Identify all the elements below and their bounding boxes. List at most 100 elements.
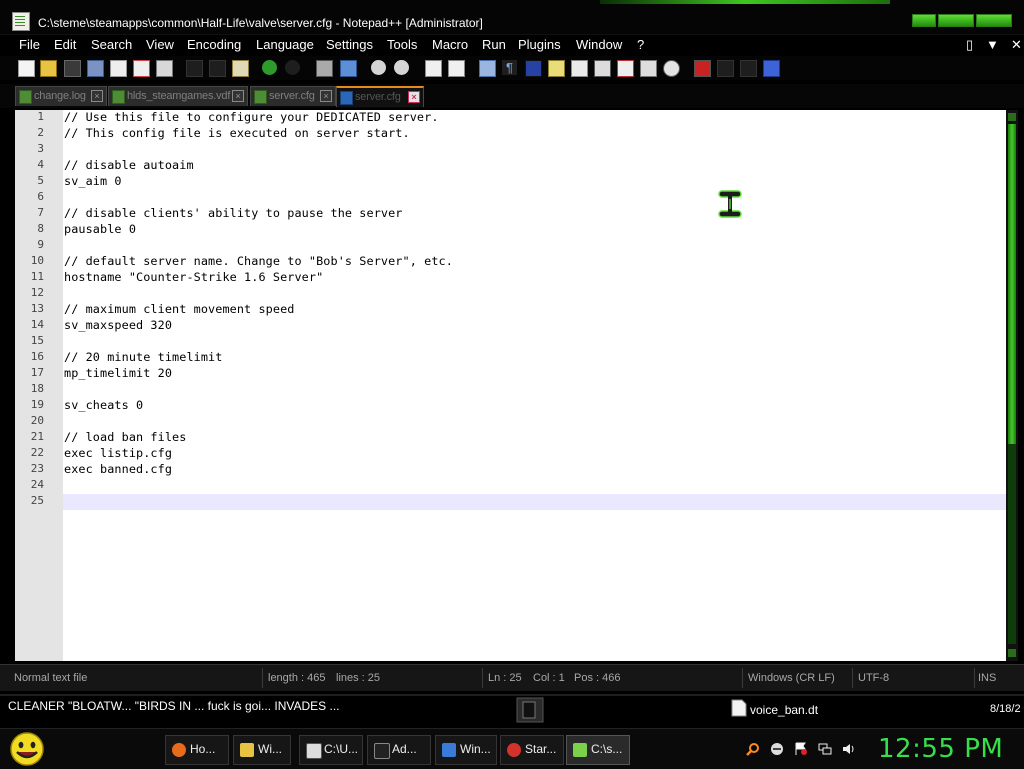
code-line[interactable]: exec banned.cfg [64, 462, 172, 476]
open-file-icon[interactable] [40, 60, 57, 77]
code-line[interactable]: exec listip.cfg [64, 446, 172, 460]
status-encoding[interactable]: UTF-8 [858, 672, 889, 684]
code-line[interactable]: // load ban files [64, 430, 186, 444]
close-all-icon[interactable] [133, 60, 150, 77]
close-icon[interactable]: × [91, 90, 103, 102]
paste-icon[interactable] [232, 60, 249, 77]
taskbar-item-network[interactable]: Win... [435, 735, 497, 765]
code-line[interactable]: // Use this file to configure your DEDIC… [64, 110, 439, 124]
maximize-button[interactable] [938, 14, 974, 27]
folder-workspace-icon[interactable] [617, 60, 634, 77]
menu-run[interactable]: Run [482, 37, 506, 52]
code-line[interactable]: sv_aim 0 [64, 174, 122, 188]
close-icon[interactable]: × [320, 90, 332, 102]
indent-guide-icon[interactable] [525, 60, 542, 77]
menu-edit[interactable]: Edit [54, 37, 76, 52]
volume-icon[interactable] [842, 742, 856, 756]
code-line[interactable]: // disable autoaim [64, 158, 194, 172]
close-icon[interactable]: × [408, 91, 420, 103]
tab-hlds-steamgames[interactable]: hlds_steamgames.vdf × [108, 86, 248, 106]
vertical-scrollbar[interactable] [1006, 110, 1018, 661]
record-macro-icon[interactable] [694, 60, 711, 77]
menu-plugins[interactable]: Plugins [518, 37, 561, 52]
redo-icon[interactable] [285, 60, 300, 75]
minimize-button[interactable] [912, 14, 936, 27]
sync-vertical-icon[interactable] [425, 60, 442, 77]
taskbar-item-notepadpp[interactable]: C:\s... [566, 735, 630, 765]
menu-window[interactable]: Window [576, 37, 622, 52]
print-icon[interactable] [156, 60, 173, 77]
status-eol[interactable]: Windows (CR LF) [748, 672, 835, 684]
code-line[interactable]: // default server name. Change to "Bob's… [64, 254, 453, 268]
menu-tools[interactable]: Tools [387, 37, 417, 52]
menu-view[interactable]: View [146, 37, 174, 52]
cut-icon[interactable] [186, 60, 203, 77]
sync-horizontal-icon[interactable] [448, 60, 465, 77]
close-icon[interactable] [110, 60, 127, 77]
editor[interactable]: 1 2 3 4 5 6 7 8 9 10 11 12 13 14 15 16 17 18 19 20 21 22 23 24 2… [15, 110, 1006, 661]
tab-change-log[interactable]: change.log × [15, 86, 107, 106]
replace-icon[interactable] [340, 60, 357, 77]
code-line[interactable]: // 20 minute timelimit [64, 350, 222, 364]
undo-icon[interactable] [262, 60, 277, 75]
zoom-in-icon[interactable] [371, 60, 386, 75]
menu-help[interactable]: ? [637, 37, 644, 52]
close-icon[interactable]: × [232, 90, 244, 102]
search-icon[interactable] [746, 742, 760, 756]
menu-macro[interactable]: Macro [432, 37, 468, 52]
file-icon[interactable] [731, 699, 747, 717]
doc-map-icon[interactable] [571, 60, 588, 77]
action-center-icon[interactable] [794, 742, 808, 756]
desktop-file-label[interactable]: voice_ban.dt [750, 703, 818, 717]
new-file-icon[interactable] [18, 60, 35, 77]
word-wrap-icon[interactable] [479, 60, 496, 77]
find-icon[interactable] [316, 60, 333, 77]
stop-macro-icon[interactable] [717, 60, 734, 77]
zoom-out-icon[interactable] [394, 60, 409, 75]
menu-settings[interactable]: Settings [326, 37, 373, 52]
scroll-down-icon[interactable] [1008, 649, 1016, 657]
code-line[interactable]: sv_maxspeed 320 [64, 318, 172, 332]
code-line[interactable]: pausable 0 [64, 222, 136, 236]
taskbar-item-steam[interactable]: Star... [500, 735, 564, 765]
view-eye-icon[interactable] [663, 60, 680, 77]
monitoring-icon[interactable] [640, 60, 657, 77]
menu-language[interactable]: Language [256, 37, 314, 52]
taskbar-item-firefox[interactable]: Ho... [165, 735, 229, 765]
start-smiley-icon[interactable] [8, 731, 46, 767]
window-switch-icon[interactable] [513, 696, 547, 726]
play-macro-icon[interactable] [740, 60, 757, 77]
menu-search[interactable]: Search [91, 37, 132, 52]
code-line[interactable]: mp_timelimit 20 [64, 366, 172, 380]
taskbar-item-cmd[interactable]: Ad... [367, 735, 431, 765]
taskbar-item-7zip[interactable]: C:\U... [299, 735, 363, 765]
show-all-chars-icon[interactable]: ¶ [502, 60, 517, 75]
network-tray-icon[interactable] [818, 742, 832, 756]
close-button[interactable] [976, 14, 1012, 27]
close-doc-icon[interactable]: ✕ [1011, 37, 1022, 53]
copy-icon[interactable] [209, 60, 226, 77]
code-line[interactable]: // This config file is executed on serve… [64, 126, 410, 140]
doc-menu-icon[interactable]: ▼ [986, 37, 999, 52]
code-line[interactable]: // maximum client movement speed [64, 302, 294, 316]
code-line[interactable]: hostname "Counter-Strike 1.6 Server" [64, 270, 323, 284]
user-lang-icon[interactable] [548, 60, 565, 77]
scroll-up-icon[interactable] [1008, 113, 1016, 121]
save-icon[interactable] [64, 60, 81, 77]
tab-server-cfg-active[interactable]: server.cfg × [336, 86, 424, 107]
menu-encoding[interactable]: Encoding [187, 37, 241, 52]
run-macro-multiple-icon[interactable] [763, 60, 780, 77]
scroll-thumb[interactable] [1008, 124, 1016, 444]
notepadpp-icon[interactable] [12, 12, 30, 31]
taskbar-item-explorer[interactable]: Wi... [233, 735, 291, 765]
restore-doc-icon[interactable]: ▯ [966, 37, 973, 53]
status-insert-mode[interactable]: INS [978, 672, 996, 684]
menu-file[interactable]: File [19, 37, 40, 52]
clock[interactable]: 12:55 PM [878, 734, 1003, 764]
code-line[interactable]: sv_cheats 0 [64, 398, 143, 412]
code-line[interactable]: // disable clients' ability to pause the… [64, 206, 403, 220]
save-all-icon[interactable] [87, 60, 104, 77]
function-list-icon[interactable] [594, 60, 611, 77]
tab-server-cfg[interactable]: server.cfg × [250, 86, 336, 106]
window-titles-strip[interactable]: CLEANER "BLOATW... "BIRDS IN ... fuck is… [8, 699, 340, 713]
